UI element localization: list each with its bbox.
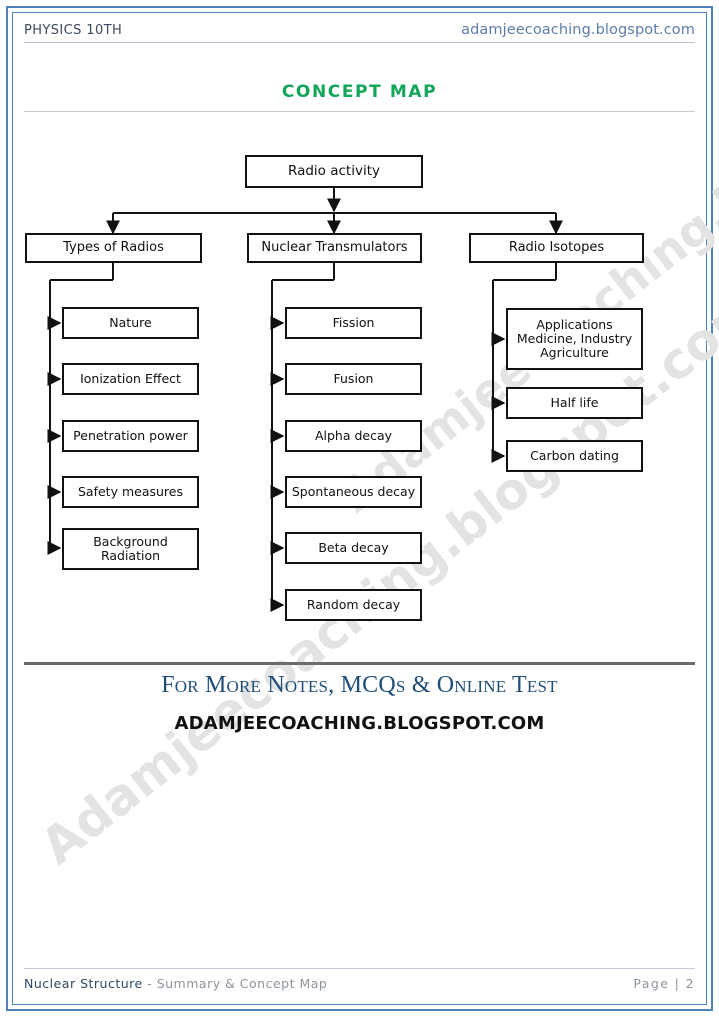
page-footer: Nuclear Structure - Summary & Concept Ma… <box>24 968 695 991</box>
node-leaf-applications[interactable]: Applications Medicine, Industry Agricult… <box>506 308 643 370</box>
node-branch-nuclear-transmulators[interactable]: Nuclear Transmulators <box>247 233 422 263</box>
page-title: CONCEPT MAP <box>281 82 438 102</box>
footer-chapter-title: Nuclear Structure - Summary & Concept Ma… <box>24 976 327 991</box>
promo-block: For More Notes, MCQs & Online Test ADAMJ… <box>24 672 695 734</box>
node-leaf-safety-measures[interactable]: Safety measures <box>62 476 199 508</box>
node-root[interactable]: Radio activity <box>245 155 423 188</box>
node-leaf-random-decay[interactable]: Random decay <box>285 589 422 621</box>
page-canvas: Adamjeecoaching.blogspot.com Adamjeecoac… <box>0 0 719 1017</box>
promo-headline: For More Notes, MCQs & Online Test <box>161 672 558 698</box>
page-header: PHYSICS 10TH adamjeecoaching.blogspot.co… <box>24 22 695 43</box>
node-leaf-carbon-dating[interactable]: Carbon dating <box>506 440 643 472</box>
header-website-link[interactable]: adamjeecoaching.blogspot.com <box>461 22 695 38</box>
connector-lines <box>47 188 563 612</box>
footer-chapter-name: Nuclear Structure <box>24 976 143 991</box>
node-branch-radio-isotopes[interactable]: Radio Isotopes <box>469 233 644 263</box>
node-leaf-fusion[interactable]: Fusion <box>285 363 422 395</box>
node-leaf-fission[interactable]: Fission <box>285 307 422 339</box>
promo-divider <box>24 662 695 665</box>
node-leaf-spontaneous-decay[interactable]: Spontaneous decay <box>285 476 422 508</box>
node-leaf-alpha-decay[interactable]: Alpha decay <box>285 420 422 452</box>
title-divider <box>24 111 695 112</box>
node-leaf-half-life[interactable]: Half life <box>506 387 643 419</box>
concept-map-diagram: Radio activity Types of Radios Nuclear T… <box>0 0 719 1017</box>
node-leaf-penetration-power[interactable]: Penetration power <box>62 420 199 452</box>
node-leaf-background-radiation[interactable]: Background Radiation <box>62 528 199 570</box>
footer-page-number: Page | 2 <box>633 976 695 991</box>
footer-subtitle: Summary & Concept Map <box>156 976 328 991</box>
node-branch-types-of-radios[interactable]: Types of Radios <box>25 233 202 263</box>
title-block: CONCEPT MAP <box>24 82 695 112</box>
node-leaf-beta-decay[interactable]: Beta decay <box>285 532 422 564</box>
footer-separator: - <box>142 976 157 991</box>
header-subject-label: PHYSICS 10TH <box>24 23 123 38</box>
node-leaf-nature[interactable]: Nature <box>62 307 199 339</box>
node-leaf-ionization-effect[interactable]: Ionization Effect <box>62 363 199 395</box>
promo-website[interactable]: ADAMJEECOACHING.BLOGSPOT.COM <box>24 713 695 734</box>
header-row: PHYSICS 10TH adamjeecoaching.blogspot.co… <box>24 22 695 43</box>
